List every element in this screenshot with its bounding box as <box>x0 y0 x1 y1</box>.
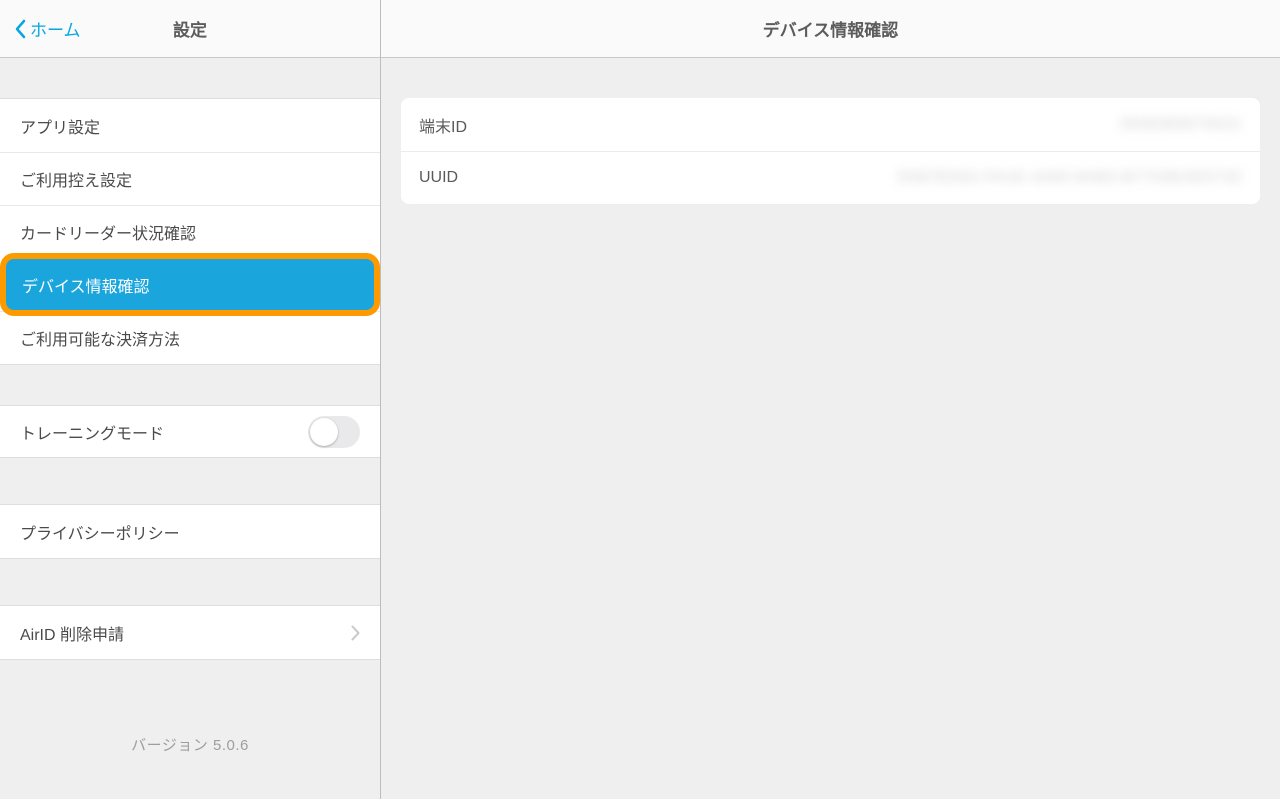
version-label: バージョン 5.0.6 <box>0 734 380 755</box>
menu-item-label: デバイス情報確認 <box>22 273 150 297</box>
menu-item-label: カードリーダー状況確認 <box>20 220 196 244</box>
menu-item-card-reader-status[interactable]: カードリーダー状況確認 <box>0 205 380 258</box>
menu-item-label: AirID 削除申請 <box>20 621 124 645</box>
device-info-card: 端末ID 5508369074031 UUID D587E55A-FA1E-43… <box>401 98 1260 204</box>
menu-item-device-info[interactable]: デバイス情報確認 <box>0 258 380 311</box>
sidebar-header: ホーム 設定 <box>0 0 380 58</box>
menu-item-label: ご利用可能な決済方法 <box>20 326 180 350</box>
chevron-right-icon <box>351 625 360 641</box>
menu-item-receipt-settings[interactable]: ご利用控え設定 <box>0 152 380 205</box>
info-row-terminal-id: 端末ID 5508369074031 <box>401 98 1260 151</box>
settings-menu-group-1: アプリ設定 ご利用控え設定 カードリーダー状況確認 デバイス情報確認 ご利用可能… <box>0 98 380 365</box>
menu-item-label: プライバシーポリシー <box>20 520 180 544</box>
menu-item-label: アプリ設定 <box>20 114 100 138</box>
menu-item-app-settings[interactable]: アプリ設定 <box>0 99 380 152</box>
back-home-button[interactable]: ホーム <box>0 16 81 41</box>
menu-item-training-mode: トレーニングモード <box>0 405 380 458</box>
detail-pane: デバイス情報確認 端末ID 5508369074031 UUID D587E55… <box>381 0 1280 799</box>
settings-sidebar: ホーム 設定 アプリ設定 ご利用控え設定 カードリーダー状況確認 デバイス情報確… <box>0 0 381 799</box>
uuid-label: UUID <box>419 169 458 187</box>
terminal-id-value: 5508369074031 <box>1120 116 1242 134</box>
info-row-uuid: UUID D587E55A-FA1E-4340-9AB3-B7703EAE573… <box>401 151 1260 204</box>
back-home-label: ホーム <box>30 16 81 41</box>
terminal-id-label: 端末ID <box>419 113 467 137</box>
menu-item-payment-methods[interactable]: ご利用可能な決済方法 <box>0 311 380 364</box>
selected-highlight: デバイス情報確認 <box>0 253 380 316</box>
training-mode-toggle[interactable] <box>308 416 360 448</box>
menu-item-airid-delete[interactable]: AirID 削除申請 <box>0 606 380 659</box>
detail-header: デバイス情報確認 <box>381 0 1280 58</box>
detail-title: デバイス情報確認 <box>763 16 899 41</box>
uuid-value: D587E55A-FA1E-4340-9AB3-B7703EAE5732 <box>898 169 1242 187</box>
menu-item-label: ご利用控え設定 <box>20 167 132 191</box>
menu-item-privacy-policy[interactable]: プライバシーポリシー <box>0 505 380 558</box>
chevron-left-icon <box>14 19 26 39</box>
toggle-knob <box>310 418 338 446</box>
training-mode-label: トレーニングモード <box>20 420 164 444</box>
